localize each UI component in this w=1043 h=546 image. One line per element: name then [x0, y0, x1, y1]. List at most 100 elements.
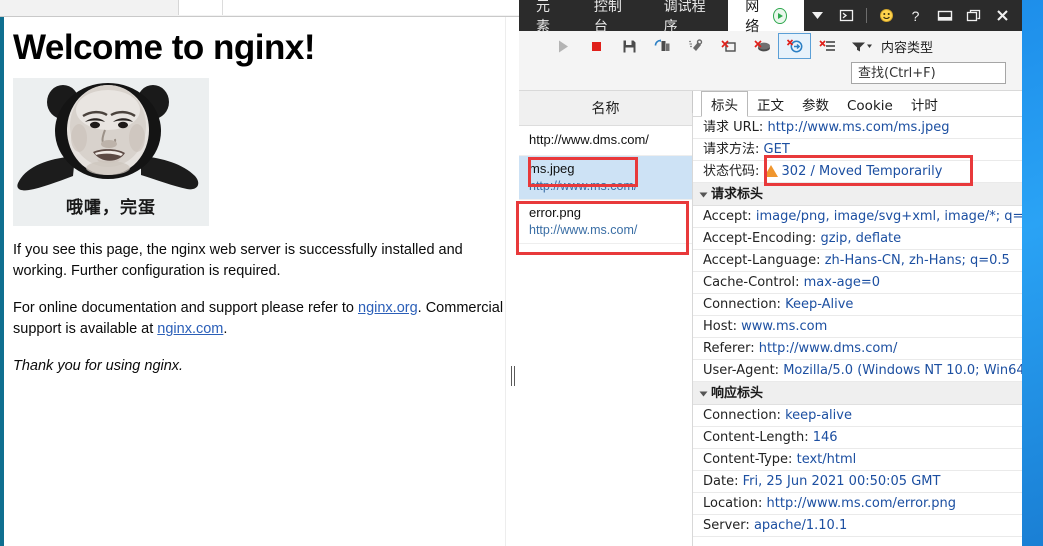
request-method-value: GET — [763, 142, 790, 157]
page-title: Welcome to nginx! — [13, 28, 316, 67]
chevron-down-icon[interactable] — [804, 0, 831, 31]
header-row: Accept-Encoding: gzip, deflate — [693, 228, 1022, 250]
tab-network[interactable]: 网络 — [728, 0, 805, 35]
request-detail-pane: 标头 正文 参数 Cookie 计时 请求 URL: http://www.ms… — [693, 91, 1022, 546]
content-type-filter-button[interactable] — [844, 33, 877, 59]
header-value: www.ms.com — [741, 319, 828, 334]
header-key: Server: — [703, 518, 750, 533]
table-row[interactable]: ms.jpeg http://www.ms.com/ — [519, 156, 692, 200]
status-code-key: 状态代码: — [703, 164, 760, 179]
header-row: Location: http://www.ms.com/error.png — [693, 493, 1022, 515]
splitter-grip-handle[interactable] — [511, 366, 516, 386]
browser-tab-divider — [222, 0, 223, 15]
clear-entries-button[interactable] — [712, 33, 745, 59]
request-list-header[interactable]: 名称 — [519, 91, 692, 126]
tab-body[interactable]: 正文 — [748, 92, 793, 116]
help-icon[interactable]: ? — [902, 0, 929, 31]
table-row[interactable]: http://www.dms.com/ — [519, 126, 692, 156]
header-key: Location: — [703, 496, 763, 511]
request-headers-section-title[interactable]: 请求标头 — [693, 183, 1022, 206]
header-key: Connection: — [703, 297, 781, 312]
header-key: Referer: — [703, 341, 755, 356]
export-har-button[interactable] — [646, 33, 679, 59]
column-header-name: 名称 — [591, 101, 620, 117]
search-input[interactable]: 查找(Ctrl+F) — [851, 62, 1006, 84]
header-key: User-Agent: — [703, 363, 780, 378]
browser-tab-strip[interactable] — [178, 0, 524, 15]
panda-meme-image: 哦嚯，完蛋 — [13, 77, 209, 226]
tab-timing-label: 计时 — [910, 98, 938, 114]
request-name: http://www.dms.com/ — [529, 132, 649, 147]
devtools-search-row: 查找(Ctrl+F) — [519, 61, 1022, 91]
empty-row — [693, 537, 1022, 546]
header-key: Accept-Language: — [703, 253, 821, 268]
request-name: error.png — [529, 205, 582, 220]
page-paragraph-2: For online documentation and support ple… — [13, 298, 505, 340]
response-headers-section-title[interactable]: 响应标头 — [693, 382, 1022, 405]
request-method-key: 请求方法: — [703, 142, 760, 157]
nginx-org-link[interactable]: nginx.org — [358, 300, 418, 316]
page-left-accent-bar — [0, 17, 4, 546]
tab-console[interactable]: 控制台 — [577, 0, 647, 35]
save-button[interactable] — [613, 33, 646, 59]
header-row: Content-Length: 146 — [693, 427, 1022, 449]
tab-params-label: 参数 — [802, 98, 829, 114]
status-code-row: 状态代码: 302 / Moved Temporarily — [693, 161, 1022, 183]
header-row: Host: www.ms.com — [693, 316, 1022, 338]
clear-cookies-button[interactable] — [778, 33, 811, 59]
tab-network-label: 网络 — [745, 0, 760, 35]
stop-recording-button[interactable] — [580, 33, 613, 59]
detail-view-button[interactable] — [811, 33, 844, 59]
header-value: zh-Hans-CN, zh-Hans; q=0.5 — [824, 253, 1010, 268]
tab-headers-label: 标头 — [711, 98, 738, 114]
header-key: Date: — [703, 474, 739, 489]
header-row: Server: apache/1.10.1 — [693, 515, 1022, 537]
tab-console-label: 控制台 — [593, 0, 622, 35]
network-body: 名称 › http://www.dms.com/ ms.jpeg http://… — [519, 91, 1022, 546]
undock-window-icon[interactable] — [960, 0, 987, 31]
header-value: Fri, 25 Jun 2021 00:50:05 GMT — [742, 474, 941, 489]
tab-elements[interactable]: 元素 — [519, 0, 577, 35]
request-url: http://www.ms.com/ — [529, 179, 638, 193]
tab-timing[interactable]: 计时 — [902, 92, 947, 116]
tab-elements-label: 元素 — [536, 0, 550, 35]
web-page-content: Welcome to nginx! 哦嚯，完蛋 If you see this … — [0, 17, 513, 546]
network-toolbar: 内容类型 — [519, 31, 1022, 61]
header-row: Accept-Language: zh-Hans-CN, zh-Hans; q=… — [693, 250, 1022, 272]
tab-headers[interactable]: 标头 — [701, 91, 748, 117]
nginx-com-link[interactable]: nginx.com — [157, 321, 223, 337]
request-name: ms.jpeg — [529, 161, 575, 176]
start-recording-button[interactable] — [547, 33, 580, 59]
dock-bottom-icon[interactable] — [931, 0, 958, 31]
header-value: text/html — [796, 452, 857, 467]
paragraph2-pre: For online documentation and support ple… — [13, 299, 358, 316]
panel-splitter[interactable] — [505, 17, 520, 546]
header-key: Accept-Encoding: — [703, 231, 817, 246]
devtools-window-controls: ? — [804, 0, 1022, 31]
paragraph2-post: . — [223, 320, 228, 337]
network-recording-play-icon[interactable] — [773, 7, 788, 24]
header-value: max-age=0 — [803, 275, 881, 290]
header-value: Keep-Alive — [785, 297, 854, 312]
request-url-value: http://www.ms.com/ms.jpeg — [767, 120, 950, 135]
clear-cache-button[interactable] — [745, 33, 778, 59]
collapse-triangle-icon — [699, 391, 708, 397]
header-value: http://www.ms.com/error.png — [766, 496, 957, 511]
request-url: http://www.ms.com/ — [529, 223, 638, 237]
header-value: gzip, deflate — [820, 231, 902, 246]
table-row[interactable]: error.png http://www.ms.com/ — [519, 200, 692, 244]
feedback-smiley-icon[interactable] — [873, 0, 900, 31]
request-list-pane: 名称 › http://www.dms.com/ ms.jpeg http://… — [519, 91, 701, 546]
clear-session-button[interactable] — [679, 33, 712, 59]
header-value: 146 — [812, 430, 838, 445]
page-paragraph-1: If you see this page, the nginx web serv… — [13, 241, 463, 279]
console-prompt-icon[interactable] — [833, 0, 860, 31]
detail-tabs: 标头 正文 参数 Cookie 计时 — [693, 91, 1022, 117]
tab-params[interactable]: 参数 — [793, 92, 838, 116]
header-row: Accept: image/png, image/svg+xml, image/… — [693, 206, 1022, 228]
tab-cookie[interactable]: Cookie — [838, 96, 902, 116]
close-icon[interactable] — [989, 0, 1016, 31]
header-key: Content-Length: — [703, 430, 809, 445]
tab-debugger[interactable]: 调试程序 — [647, 0, 729, 35]
header-row: User-Agent: Mozilla/5.0 (Windows NT 10.0… — [693, 360, 1022, 382]
